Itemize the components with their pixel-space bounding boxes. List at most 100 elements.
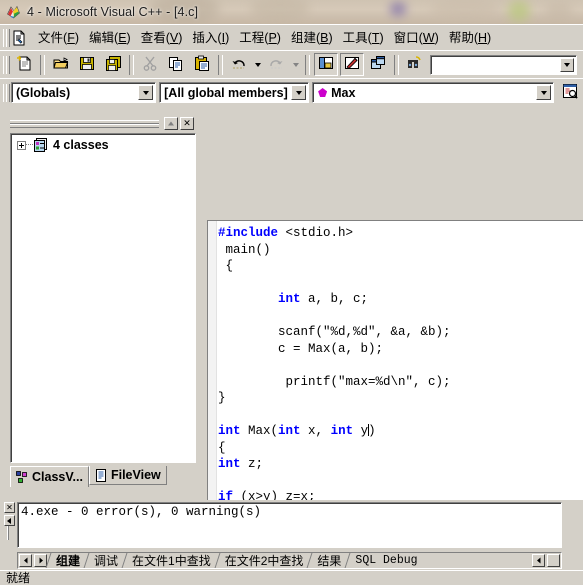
workspace-title-bar[interactable]: ✕ (10, 116, 194, 131)
toolbar-separator (218, 54, 223, 75)
editor-line: { (218, 440, 583, 457)
output-tab-find-in-files-1[interactable]: 在文件1中查找 (124, 553, 217, 568)
workspace-drag-handle[interactable] (10, 120, 159, 128)
status-bar-text: 就绪 (6, 571, 31, 585)
menu-bar: 文件(F) 编辑(E) 查看(V) 插入(I) 工程(P) 组建(B) 工具(T… (0, 24, 583, 50)
editor-line: int a, b, c; (218, 291, 583, 308)
output-tab-results[interactable]: 结果 (309, 553, 347, 568)
code-token: Max( (240, 424, 279, 438)
wizardbar-grip[interactable] (2, 83, 10, 103)
toolbar-grip[interactable] (2, 55, 10, 75)
copy-button[interactable] (164, 53, 188, 76)
symbol-combo-dropdown-button[interactable] (536, 85, 551, 100)
scope-combo-dropdown-button[interactable] (138, 85, 154, 100)
output-drag-handle[interactable] (7, 526, 9, 540)
menu-file[interactable]: 文件(F) (33, 28, 84, 48)
menu-help[interactable]: 帮助(H) (444, 28, 496, 48)
expand-plus-icon[interactable] (17, 140, 26, 150)
cut-scissors-icon (142, 55, 159, 75)
chevron-down-icon (564, 62, 570, 67)
window-list-button[interactable] (366, 53, 390, 76)
members-combo-dropdown-button[interactable] (291, 85, 307, 100)
menu-project[interactable]: 工程(P) (234, 28, 286, 48)
cut-button[interactable] (138, 53, 162, 76)
code-token: printf("max=%d\n", c); (218, 374, 451, 389)
find-combo[interactable] (430, 54, 577, 75)
menu-build[interactable]: 组建(B) (286, 28, 338, 48)
editor-line: } (218, 390, 583, 407)
build-output-line: 4.exe - 0 error(s), 0 warning(s) (21, 505, 262, 519)
output-tab-debug[interactable]: 调试 (86, 553, 124, 568)
output-tabs-scroll-left-button[interactable] (19, 554, 32, 567)
title-bar[interactable]: 4 - Microsoft Visual C++ - [4.c] (0, 0, 583, 24)
symbol-combo-value: Max (331, 85, 356, 100)
symbol-combo[interactable]: Max (312, 82, 554, 103)
chevron-down-icon (295, 90, 302, 95)
output-toggle-button[interactable] (340, 53, 364, 76)
output-tabs-scroll-right-button[interactable] (34, 554, 47, 567)
redo-button[interactable] (265, 53, 289, 76)
class-view-tree[interactable]: 4 classes (10, 133, 196, 463)
workspace-tabs: ClassV... FileView (10, 466, 167, 487)
save-all-button[interactable] (101, 53, 125, 76)
tab-class-view-label: ClassV... (32, 470, 83, 484)
workspace-minimize-button[interactable] (164, 117, 178, 130)
build-output-text-area[interactable]: 4.exe - 0 error(s), 0 warning(s) (17, 502, 562, 548)
members-combo[interactable]: [All global members] (159, 82, 310, 103)
window-title: 4 - Microsoft Visual C++ - [4.c] (27, 5, 199, 19)
output-close-button[interactable]: ✕ (4, 502, 15, 513)
find-dropdown-button[interactable] (560, 57, 574, 72)
new-text-file-button[interactable] (12, 53, 36, 76)
toolbar-separator (305, 54, 310, 75)
document-properties-icon[interactable] (11, 30, 27, 46)
tab-file-view[interactable]: FileView (88, 466, 167, 485)
output-tab-find-in-files-2[interactable]: 在文件2中查找 (217, 553, 310, 568)
redo-icon (269, 55, 286, 75)
new-text-file-icon (16, 55, 33, 75)
editor-line: #include <stdio.h> (218, 225, 583, 242)
tab-class-view[interactable]: ClassV... (10, 466, 89, 487)
open-folder-icon (52, 55, 70, 75)
output-scroll-up-button[interactable] (4, 515, 15, 526)
output-tab-build[interactable]: 组建 (48, 553, 86, 568)
find-in-files-icon (407, 55, 424, 75)
goto-definition-button[interactable] (558, 81, 582, 104)
undo-button[interactable] (227, 53, 251, 76)
class-view-icon (16, 470, 29, 484)
menu-view[interactable]: 查看(V) (136, 28, 188, 48)
vc6-main-window: 4 - Microsoft Visual C++ - [4.c] 文件(F) 编… (0, 0, 583, 585)
output-scroll-thumb[interactable] (547, 554, 560, 567)
redo-dropdown-button[interactable] (290, 53, 302, 76)
find-input[interactable] (431, 57, 576, 72)
workspace-toggle-button[interactable] (314, 53, 338, 76)
workspace-close-button[interactable]: ✕ (180, 117, 194, 130)
workspace-pane: ✕ 4 classes ClassV... FileView (4, 116, 200, 500)
chevron-down-icon (255, 62, 261, 67)
workspace-window-icon (318, 55, 335, 75)
output-tab-sql-debug[interactable]: SQL Debug (347, 553, 423, 568)
undo-icon (231, 55, 248, 75)
code-token: y (353, 424, 369, 438)
tree-item-classes[interactable]: 4 classes (11, 134, 195, 152)
find-in-files-button[interactable] (403, 53, 427, 76)
classes-folder-icon (33, 138, 49, 152)
output-pane-controls: ✕ (4, 502, 16, 566)
code-token: c = Max(a, b); (218, 341, 384, 356)
output-scroll-left-button[interactable] (532, 554, 545, 567)
undo-dropdown-button[interactable] (252, 53, 264, 76)
menubar-grip[interactable] (2, 28, 10, 48)
scope-combo[interactable]: (Globals) (11, 82, 157, 103)
menu-insert[interactable]: 插入(I) (187, 28, 234, 48)
standard-toolbar (0, 50, 583, 78)
output-window-icon (344, 55, 361, 75)
paste-button[interactable] (190, 53, 214, 76)
menu-tools[interactable]: 工具(T) (338, 28, 389, 48)
open-file-button[interactable] (49, 53, 73, 76)
chevron-down-icon (540, 90, 547, 95)
menu-window[interactable]: 窗口(W) (389, 28, 444, 48)
save-button[interactable] (75, 53, 99, 76)
menu-edit[interactable]: 编辑(E) (84, 28, 136, 48)
